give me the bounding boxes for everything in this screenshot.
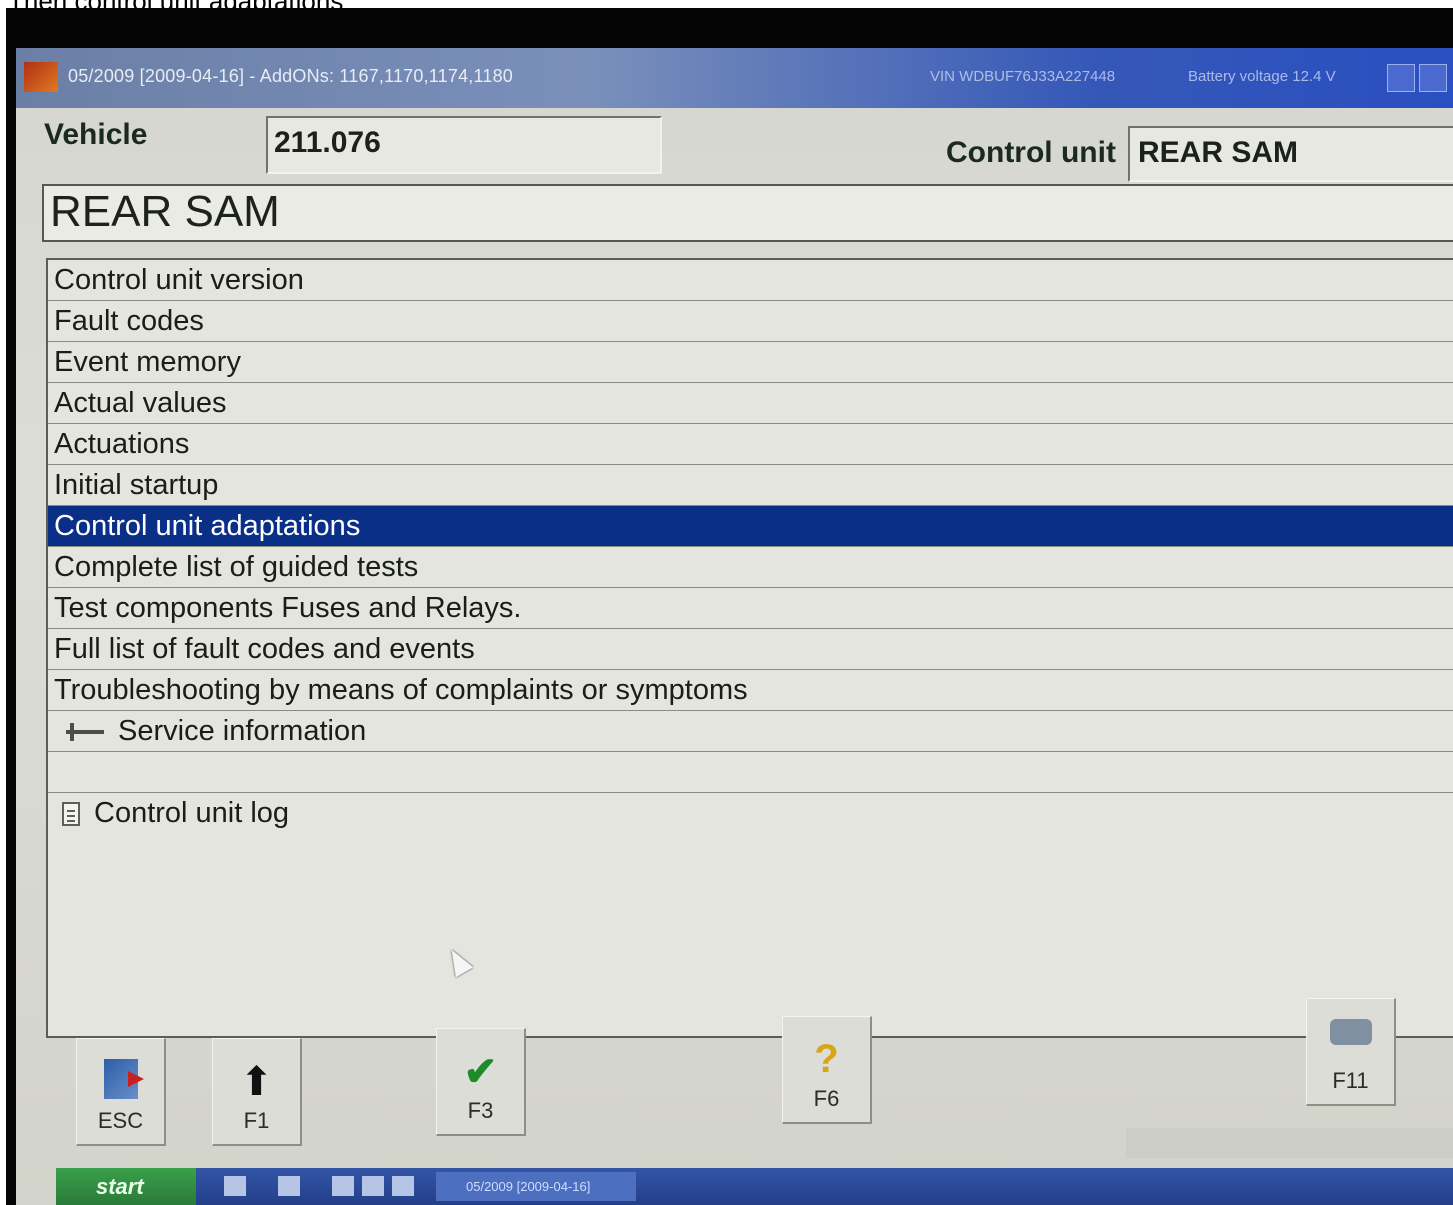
menu-item-label: Service information: [118, 715, 367, 747]
menu-item-label: Actual values: [54, 387, 227, 419]
keyboard-icon[interactable]: [224, 1176, 246, 1196]
menu-item-label: Complete list of guided tests: [54, 551, 419, 583]
menu-item-label: Control unit adaptations: [54, 510, 361, 542]
window-titlebar: 05/2009 [2009-04-16] - AddONs: 1167,1170…: [16, 48, 1453, 108]
menu-item-actuations[interactable]: Actuations: [48, 424, 1453, 465]
section-header: REAR SAM: [42, 184, 1453, 242]
menu-item-empty: [48, 752, 1453, 793]
menu-item-full-fault-list[interactable]: Full list of fault codes and events: [48, 629, 1453, 670]
menu-item-label: Event memory: [54, 346, 241, 378]
menu-item-initial-startup[interactable]: Initial startup: [48, 465, 1453, 506]
menu-item-guided-tests[interactable]: Complete list of guided tests: [48, 547, 1453, 588]
plug-icon: [66, 723, 104, 742]
up-arrow-icon: ⬆: [239, 1060, 274, 1104]
menu-item-test-components[interactable]: Test components Fuses and Relays.: [48, 588, 1453, 629]
fkey-label: F1: [243, 1108, 270, 1133]
menu-item-label: Test components Fuses and Relays.: [54, 592, 522, 624]
printer-icon: [1329, 1019, 1372, 1045]
window-controls: [1387, 64, 1447, 92]
esc-button[interactable]: ESC: [76, 1038, 166, 1146]
menu-item-label: Control unit version: [54, 264, 304, 296]
app-icon: [24, 62, 58, 92]
control-unit-field: REAR SAM: [1128, 126, 1453, 182]
fkey-label: ESC: [97, 1108, 144, 1133]
menu-item-control-unit-version[interactable]: Control unit version: [48, 260, 1453, 301]
fkey-label: F3: [467, 1098, 494, 1123]
menu-item-troubleshooting[interactable]: Troubleshooting by means of complaints o…: [48, 670, 1453, 711]
menu-list: Control unit version Fault codes Event m…: [46, 258, 1453, 1038]
browser-icon[interactable]: [362, 1176, 384, 1196]
exit-door-icon: [103, 1059, 144, 1099]
start-button[interactable]: start: [56, 1168, 196, 1205]
quicklaunch-icon[interactable]: [332, 1176, 354, 1196]
f11-button[interactable]: F11: [1306, 998, 1396, 1106]
taskbar-task-das[interactable]: 05/2009 [2009-04-16]: [436, 1172, 636, 1201]
menu-item-control-unit-adaptations[interactable]: Control unit adaptations: [48, 506, 1453, 547]
grid-icon[interactable]: [278, 1176, 300, 1196]
help-question-icon: ?: [814, 1037, 839, 1081]
fkey-label: F6: [813, 1086, 840, 1111]
monitor-bezel: 05/2009 [2009-04-16] - AddONs: 1167,1170…: [6, 8, 1453, 1205]
system-tray: [1126, 1128, 1453, 1158]
menu-item-label: Fault codes: [54, 305, 204, 337]
vehicle-label: Vehicle: [44, 118, 148, 151]
media-icon[interactable]: [392, 1176, 414, 1196]
menu-item-actual-values[interactable]: Actual values: [48, 383, 1453, 424]
vin-readout: VIN WDBUF76J33A227448: [930, 68, 1116, 85]
fkey-label: F11: [1332, 1068, 1369, 1093]
taskbar: start 05/2009 [2009-04-16]: [56, 1168, 1453, 1205]
menu-item-event-memory[interactable]: Event memory: [48, 342, 1453, 383]
vehicle-field: 211.076: [266, 116, 662, 174]
window-title: 05/2009 [2009-04-16] - AddONs: 1167,1170…: [68, 66, 514, 86]
menu-item-label: Troubleshooting by means of complaints o…: [54, 674, 748, 706]
menu-item-fault-codes[interactable]: Fault codes: [48, 301, 1453, 342]
menu-item-control-unit-log[interactable]: Control unit log: [48, 793, 1453, 834]
menu-item-service-information[interactable]: Service information: [48, 711, 1453, 752]
menu-item-label: Control unit log: [94, 797, 290, 829]
minimize-button[interactable]: [1387, 64, 1415, 92]
menu-item-label: Initial startup: [54, 469, 219, 501]
menu-item-label: Actuations: [54, 428, 190, 460]
battery-voltage: Battery voltage 12.4 V: [1188, 68, 1336, 85]
f6-button[interactable]: ? F6: [782, 1016, 872, 1124]
checkmark-icon: ✔: [463, 1050, 498, 1094]
f3-button[interactable]: ✔ F3: [436, 1028, 526, 1136]
screen: 05/2009 [2009-04-16] - AddONs: 1167,1170…: [16, 48, 1453, 1205]
document-icon: [62, 802, 80, 827]
f1-button[interactable]: ⬆ F1: [212, 1038, 302, 1146]
restore-button[interactable]: [1419, 64, 1447, 92]
control-unit-label: Control unit: [946, 136, 1116, 169]
menu-item-label: Full list of fault codes and events: [54, 633, 475, 665]
